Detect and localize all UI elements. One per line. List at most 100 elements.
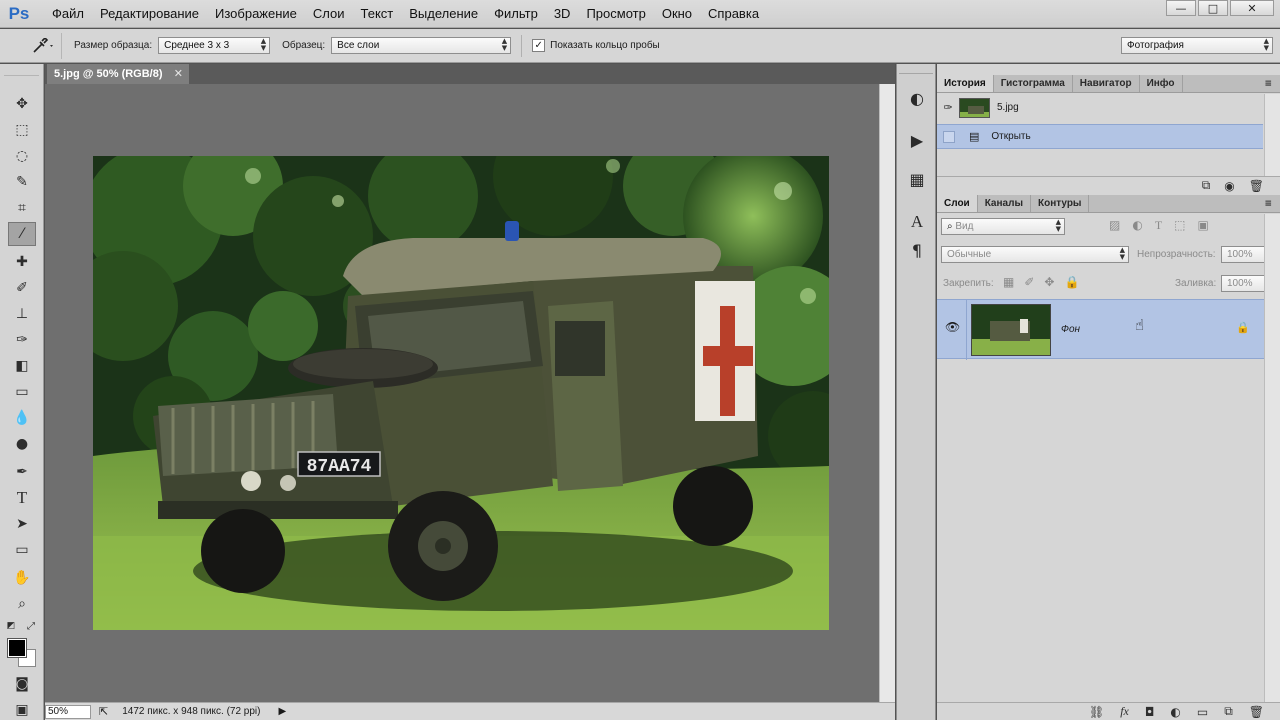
healing-brush-tool-icon[interactable]: ✚ — [8, 250, 36, 274]
rectangle-tool-icon[interactable]: ▭ — [8, 538, 36, 562]
sample-size-select[interactable]: Среднее 3 x 3 ▲ ▼ — [158, 37, 271, 54]
tool-preset-picker[interactable] — [24, 32, 62, 59]
tab-channels[interactable]: Каналы — [978, 195, 1031, 212]
pixel-filter-icon[interactable]: ▨ — [1109, 218, 1120, 233]
close-button[interactable]: ✕ — [1230, 0, 1274, 16]
character-icon[interactable]: A — [903, 210, 931, 234]
move-tool-icon[interactable]: ✥ — [8, 92, 36, 116]
history-snapshot[interactable]: ✑ 5.jpg — [937, 95, 1263, 120]
type-filter-icon[interactable]: T — [1155, 218, 1162, 233]
quick-selection-tool-icon[interactable]: ✎ — [8, 170, 36, 194]
adjustments-icon[interactable]: ◐ — [903, 86, 931, 110]
maximize-button[interactable]: □ — [1198, 0, 1228, 16]
export-icon[interactable]: ⇱ — [99, 705, 108, 718]
pen-tool-icon[interactable]: ✒ — [8, 460, 36, 484]
workspace-select[interactable]: Фотография ▲ ▼ — [1121, 37, 1273, 54]
tab-paths[interactable]: Контуры — [1031, 195, 1090, 212]
menu-layers[interactable]: Слои — [305, 0, 353, 28]
document-tab[interactable]: 5.jpg @ 50% (RGB/8) ✕ — [47, 64, 189, 84]
menu-3d[interactable]: 3D — [546, 0, 579, 28]
menu-edit[interactable]: Редактирование — [92, 0, 207, 28]
actions-icon[interactable]: ▶ — [903, 128, 931, 152]
gradient-tool-icon[interactable]: ▭ — [8, 380, 36, 404]
menu-image[interactable]: Изображение — [207, 0, 305, 28]
visibility-eye-icon[interactable]: 👁 — [945, 320, 960, 334]
history-step-open[interactable]: ▤ Открыть — [937, 124, 1263, 149]
eyedropper-tool-icon[interactable]: ⁄ — [8, 222, 36, 246]
history-brush-tool-icon[interactable]: ✑ — [8, 328, 36, 352]
history-scrollbar[interactable] — [1264, 94, 1280, 176]
layer-style-icon[interactable]: fx — [1120, 704, 1129, 719]
brush-tool-icon[interactable]: ✐ — [8, 276, 36, 300]
lock-position-icon[interactable]: ✥ — [1044, 275, 1054, 289]
dodge-tool-icon[interactable]: ● — [8, 432, 36, 456]
lock-transparent-icon[interactable]: ▦ — [1003, 275, 1014, 289]
properties-icon[interactable]: ▦ — [903, 167, 931, 191]
layer-row[interactable]: 👁 Фон ☝ 🔒 — [937, 299, 1264, 360]
tab-history[interactable]: История — [937, 75, 994, 92]
screen-mode-icon[interactable]: ▣ — [8, 698, 36, 720]
new-document-from-state-icon[interactable]: ⧉ — [1202, 178, 1211, 193]
default-colors-icon[interactable]: ◩ — [4, 620, 18, 632]
hand-tool-icon[interactable]: ✋ — [8, 566, 36, 590]
sample-select[interactable]: Все слои ▲ ▼ — [331, 37, 512, 54]
canvas-area[interactable]: 87AA74 — [45, 84, 879, 702]
opacity-input[interactable]: 100% — [1221, 246, 1265, 263]
marquee-tool-icon[interactable]: ⬚ — [8, 118, 36, 142]
clone-stamp-tool-icon[interactable]: ⊥ — [8, 302, 36, 326]
eraser-tool-icon[interactable]: ◧ — [8, 354, 36, 378]
lock-image-icon[interactable]: ✐ — [1024, 275, 1034, 289]
show-ring-option[interactable]: ✓ Показать кольцо пробы — [532, 39, 660, 52]
new-group-icon[interactable]: ▭ — [1197, 705, 1208, 719]
foreground-color-swatch[interactable] — [7, 638, 27, 658]
photoshop-logo[interactable]: Ps — [4, 0, 34, 28]
menu-help[interactable]: Справка — [700, 0, 767, 28]
menu-file[interactable]: Файл — [44, 0, 92, 28]
lasso-tool-icon[interactable]: ◌ — [8, 144, 36, 168]
zoom-tool-icon[interactable]: ⌕ — [8, 592, 36, 616]
show-ring-checkbox[interactable]: ✓ — [532, 39, 546, 52]
tab-histogram[interactable]: Гистограмма — [994, 75, 1073, 92]
delete-layer-icon[interactable]: 🗑 — [1249, 705, 1264, 719]
vertical-scrollbar[interactable] — [879, 84, 895, 702]
menu-filter[interactable]: Фильтр — [486, 0, 546, 28]
toolbar-grip[interactable] — [4, 66, 39, 76]
crop-tool-icon[interactable]: ⌗ — [8, 196, 36, 220]
layer-lock-icon[interactable]: 🔒 — [1236, 321, 1250, 334]
link-layers-icon[interactable]: ⛓ — [1089, 705, 1104, 719]
panel-menu-icon[interactable]: ≡ — [1264, 79, 1272, 89]
adjustment-filter-icon[interactable]: ◐ — [1132, 218, 1142, 233]
menu-select[interactable]: Выделение — [401, 0, 486, 28]
menu-type[interactable]: Текст — [353, 0, 402, 28]
layer-filter-select[interactable]: ⌕ Вид ▲ ▼ — [941, 218, 1065, 235]
shape-filter-icon[interactable]: ⬚ — [1174, 218, 1185, 233]
swap-colors-icon[interactable]: ⤢ — [24, 620, 38, 632]
lock-all-icon[interactable]: 🔒 — [1064, 275, 1079, 289]
quick-mask-icon[interactable]: ◙ — [8, 672, 36, 696]
document-image[interactable]: 87AA74 — [93, 156, 829, 630]
menu-view[interactable]: Просмотр — [578, 0, 653, 28]
delete-state-icon[interactable]: 🗑 — [1249, 179, 1264, 193]
layer-name[interactable]: Фон — [1061, 324, 1080, 335]
blend-mode-select[interactable]: Обычные ▲ ▼ — [941, 246, 1129, 263]
add-mask-icon[interactable]: ◘ — [1145, 705, 1155, 719]
fill-input[interactable]: 100% — [1221, 275, 1265, 292]
dock-grip[interactable] — [899, 66, 933, 74]
close-tab-icon[interactable]: ✕ — [174, 67, 183, 80]
history-source-checkbox[interactable] — [943, 130, 955, 143]
tab-info[interactable]: Инфо — [1140, 75, 1183, 92]
path-selection-tool-icon[interactable]: ➤ — [8, 512, 36, 536]
tab-layers[interactable]: Слои — [937, 195, 978, 212]
menu-window[interactable]: Окно — [654, 0, 700, 28]
smart-object-filter-icon[interactable]: ▣ — [1198, 218, 1209, 233]
new-snapshot-icon[interactable]: ◉ — [1224, 179, 1234, 193]
panel-menu-icon[interactable]: ≡ — [1264, 199, 1272, 209]
blur-tool-icon[interactable]: 💧 — [8, 406, 36, 430]
zoom-level-input[interactable]: 50% — [45, 704, 91, 719]
status-menu-arrow-icon[interactable]: ▶ — [278, 706, 286, 717]
layers-scrollbar[interactable] — [1264, 214, 1280, 702]
new-layer-icon[interactable]: ⧉ — [1224, 704, 1233, 719]
history-brush-source-icon[interactable]: ✑ — [937, 101, 959, 114]
minimize-button[interactable]: — — [1166, 0, 1196, 16]
paragraph-icon[interactable]: ¶ — [903, 238, 931, 262]
